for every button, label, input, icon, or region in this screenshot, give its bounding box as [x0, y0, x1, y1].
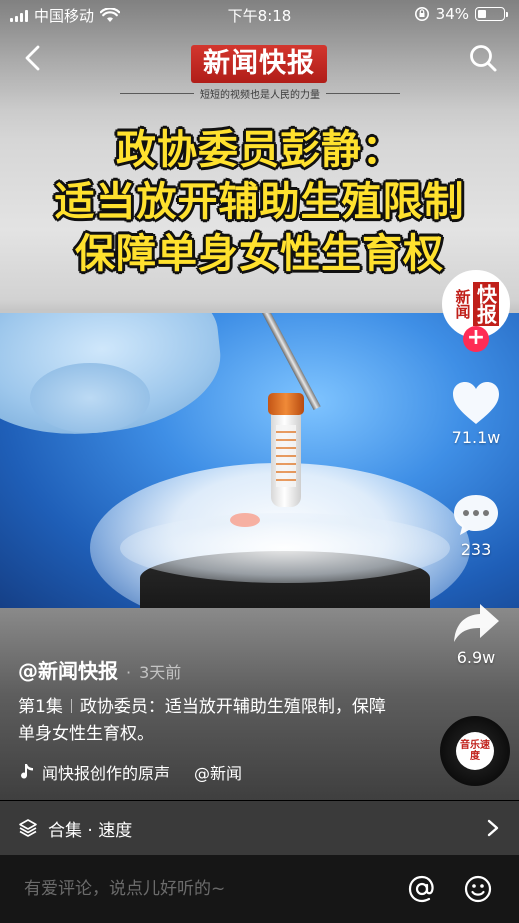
description-text: 政协委员：适当放开辅助生殖限制，保障单身女性生育权。 — [18, 697, 386, 744]
smiley-icon — [464, 875, 492, 903]
emoji-button[interactable] — [461, 872, 495, 906]
at-sign-icon — [408, 875, 434, 903]
search-button[interactable] — [467, 42, 499, 74]
separator-dot: · — [126, 663, 132, 682]
video-description[interactable]: 第1集 政协委员：适当放开辅助生殖限制，保障单身女性生育权。 — [18, 694, 398, 748]
music-marquee: 闻快报创作的原声 @新闻 — [42, 760, 266, 784]
share-count: 6.9w — [456, 648, 496, 667]
heart-icon — [453, 382, 499, 424]
video-headline: 政协委员彭静： 适当放开辅助生殖限制 保障单身女性生育权 — [0, 124, 519, 280]
headline-line: 保障单身女性生育权 — [75, 231, 444, 277]
comment-button[interactable]: 233 — [440, 492, 512, 559]
divider — [70, 699, 72, 713]
music-info[interactable]: 闻快报创作的原声 @新闻 — [18, 759, 288, 785]
glove-finger-shape — [30, 363, 150, 433]
share-button[interactable]: 6.9w — [440, 602, 512, 667]
author-row: @新闻快报 · 3天前 — [18, 655, 181, 684]
chevron-right-icon — [487, 819, 499, 837]
mention-button[interactable] — [405, 872, 439, 906]
layers-icon — [19, 819, 37, 837]
comment-count: 233 — [460, 540, 492, 559]
status-bar: 中国移动 下午8:18 34% — [0, 0, 519, 28]
comment-input[interactable] — [24, 879, 383, 899]
back-button[interactable] — [18, 42, 50, 74]
music-note-icon — [21, 764, 33, 779]
battery-fill — [478, 10, 487, 18]
battery-icon — [475, 7, 508, 21]
post-time: 3天前 — [139, 663, 182, 682]
reflection-shape — [230, 513, 260, 527]
like-count: 71.1w — [451, 428, 501, 447]
chevron-left-icon — [25, 45, 40, 71]
divider — [326, 92, 400, 94]
tube-cap-shape — [268, 393, 304, 415]
headline-line: 政协委员彭静： — [116, 127, 403, 173]
author-name[interactable]: @新闻快报 — [18, 655, 118, 684]
status-right: 34% — [414, 5, 508, 23]
fog-front-shape — [120, 513, 450, 583]
music-disc-cover: 音乐速度 — [456, 732, 494, 770]
search-icon — [470, 45, 497, 72]
like-button[interactable]: 71.1w — [440, 380, 512, 447]
avatar-logo-left: 新闻 — [453, 289, 472, 319]
music-disc[interactable]: 音乐速度 — [440, 716, 510, 786]
collection-label: 合集 · 速度 — [48, 820, 133, 841]
headline-line: 适当放开辅助生殖限制 — [54, 179, 465, 225]
comment-bar — [0, 855, 519, 923]
battery-percent: 34% — [435, 5, 469, 23]
music-title: 闻快报创作的原声 — [42, 764, 171, 783]
comment-icon — [454, 495, 498, 535]
divider — [120, 92, 194, 94]
episode-label: 第1集 — [18, 697, 63, 717]
share-arrow-icon — [454, 604, 499, 642]
music-author: @新闻 — [194, 764, 243, 783]
avatar-logo-right: 快报 — [472, 282, 499, 326]
brand-tagline: 短短的视频也是人民的力量 — [200, 89, 320, 101]
collection-bar[interactable]: 合集 · 速度 — [0, 801, 519, 855]
video-frame-lab-photo — [0, 313, 519, 609]
rotation-lock-icon — [414, 7, 429, 21]
brand-logo: 新闻快报 — [191, 45, 327, 83]
tube-label-shape — [276, 425, 296, 487]
follow-button[interactable]: + — [463, 326, 489, 352]
brand-tagline-row: 短短的视频也是人民的力量 — [120, 86, 400, 101]
